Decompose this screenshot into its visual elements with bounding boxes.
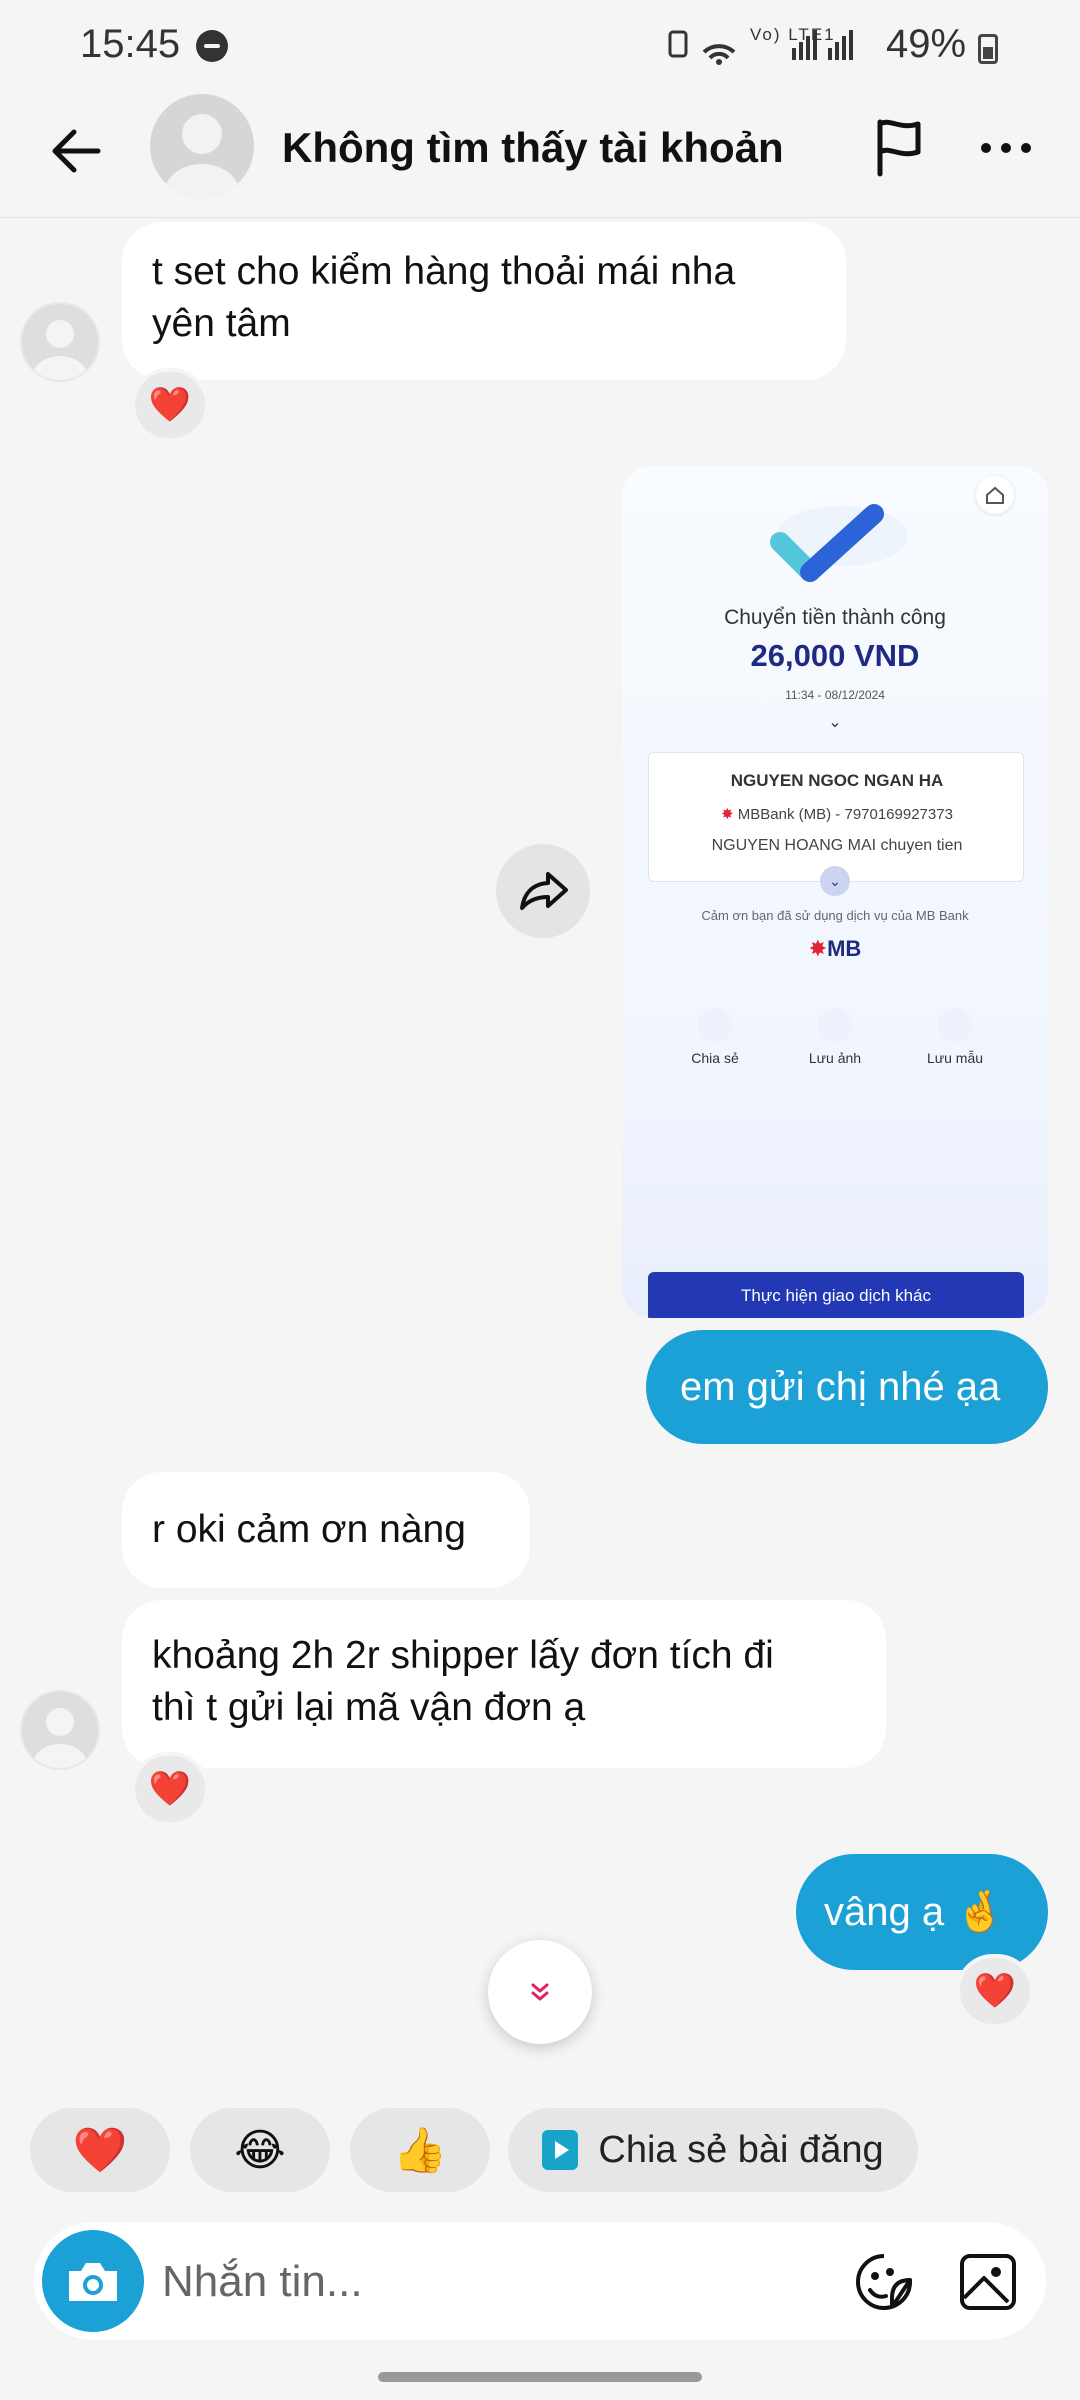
- scroll-to-bottom-button[interactable]: [488, 1940, 592, 2044]
- quick-reaction-heart[interactable]: ❤️: [30, 2108, 170, 2192]
- double-chevron-down-icon: [531, 1983, 549, 2001]
- sender-avatar[interactable]: [20, 302, 100, 382]
- new-transaction-button: Thực hiện giao dịch khác: [648, 1272, 1024, 1318]
- quick-reaction-laugh[interactable]: 😂: [190, 2108, 330, 2192]
- status-time: 15:45: [80, 22, 181, 66]
- message-bubble-incoming[interactable]: r oki cảm ơn nàng: [122, 1472, 530, 1588]
- receipt-amount: 26,000 VND: [750, 638, 920, 673]
- battery-icon: [978, 34, 998, 64]
- receipt-time: 11:34 - 08/12/2024: [785, 688, 885, 702]
- heart-reaction[interactable]: ❤️: [131, 368, 209, 442]
- success-check-icon: [770, 504, 908, 582]
- action-save-template-label: Lưu mẫu: [926, 1050, 984, 1066]
- recipient-name: NGUYEN NGOC NGAN HA: [730, 771, 944, 790]
- message-text: khoảng 2h 2r shipper lấy đơn tích đi: [152, 1634, 774, 1677]
- message-input[interactable]: [162, 2254, 842, 2310]
- mb-star-icon: ✸: [808, 936, 828, 961]
- message-text: vâng ạ 🤞: [824, 1890, 1006, 1934]
- template-icon: [938, 1008, 972, 1042]
- chat-header: Không tìm thấy tài khoản: [0, 90, 1080, 218]
- quick-reaction-thumbs-up[interactable]: 👍: [350, 2108, 490, 2192]
- expand-chevron-icon: ⌄: [820, 866, 850, 896]
- report-flag-icon[interactable]: [868, 114, 932, 178]
- heart-icon: ❤️: [72, 2126, 128, 2175]
- home-indicator[interactable]: [378, 2372, 702, 2382]
- heart-icon: ❤️: [973, 1972, 1017, 2010]
- action-save-image-label: Lưu ảnh: [808, 1050, 862, 1066]
- share-post-button[interactable]: Chia sẻ bài đăng: [508, 2108, 918, 2192]
- mb-logo-text: MB: [827, 936, 862, 961]
- message-text: yên tâm: [152, 302, 291, 345]
- sticker-icon[interactable]: [852, 2250, 916, 2314]
- heart-reaction[interactable]: ❤️: [131, 1752, 209, 1826]
- contact-avatar[interactable]: [150, 94, 254, 198]
- forward-button[interactable]: [496, 844, 590, 938]
- message-text: em gửi chị nhé ạa: [680, 1365, 1001, 1409]
- message-bubble-incoming[interactable]: khoảng 2h 2r shipper lấy đơn tích đi thì…: [122, 1600, 886, 1768]
- chevron-down-icon: ⌄: [828, 714, 842, 731]
- do-not-disturb-icon: [196, 30, 228, 62]
- home-icon: [976, 476, 1014, 514]
- mb-bank-logo: ✸MB: [622, 936, 1048, 962]
- mbbank-star-icon: ✸: [721, 806, 738, 823]
- heart-reaction[interactable]: ❤️: [956, 1954, 1034, 2028]
- laughing-emoji-icon: 😂: [234, 2125, 286, 2175]
- message-text: r oki cảm ơn nàng: [152, 1508, 466, 1551]
- camera-icon: [818, 1008, 852, 1042]
- action-share-label: Chia sẻ: [691, 1050, 739, 1066]
- share-post-icon: [542, 2130, 579, 2170]
- bank-account: MBBank (MB) - 7970169927373: [737, 806, 953, 823]
- gallery-icon[interactable]: [956, 2250, 1020, 2314]
- camera-icon: [69, 2263, 117, 2301]
- message-bubble-outgoing[interactable]: em gửi chị nhé ạa: [646, 1330, 1048, 1444]
- recipient-card: NGUYEN NGOC NGAN HA ✸ MBBank (MB) - 7970…: [648, 752, 1024, 882]
- heart-icon: ❤️: [148, 1770, 192, 1808]
- network-status: Vo) LTE1: [668, 22, 858, 73]
- message-text: t set cho kiểm hàng thoải mái nha: [152, 250, 736, 293]
- message-composer: [34, 2222, 1046, 2340]
- network-label: Vo) LTE1: [750, 25, 836, 44]
- more-options-icon[interactable]: [976, 116, 1040, 180]
- thanks-text: Cảm ơn bạn đã sử dụng dịch vụ của MB Ban…: [701, 908, 969, 923]
- message-bubble-outgoing[interactable]: vâng ạ 🤞: [796, 1854, 1048, 1970]
- recipient-bank: ✸ MBBank (MB) - 7970169927373: [649, 805, 1025, 823]
- sender-avatar[interactable]: [20, 1690, 100, 1770]
- message-bubble-incoming[interactable]: t set cho kiểm hàng thoải mái nha yên tâ…: [122, 222, 846, 380]
- payment-receipt-image[interactable]: Chuyển tiền thành công 26,000 VND 11:34 …: [622, 466, 1048, 1318]
- transfer-note: NGUYEN HOANG MAI chuyen tien: [711, 837, 963, 854]
- forward-arrow-icon: [520, 872, 568, 910]
- thumbs-up-icon: 👍: [392, 2126, 448, 2175]
- back-arrow-icon[interactable]: [42, 116, 112, 186]
- camera-button[interactable]: [42, 2230, 144, 2332]
- receipt-title: Chuyển tiền thành công: [724, 606, 946, 629]
- heart-icon: ❤️: [148, 386, 192, 424]
- contact-name[interactable]: Không tìm thấy tài khoản: [282, 124, 784, 172]
- battery-percent: 49%: [886, 22, 967, 66]
- share-post-label: Chia sẻ bài đăng: [598, 2128, 884, 2171]
- message-text: thì t gửi lại mã vận đơn ạ: [152, 1686, 586, 1729]
- share-nodes-icon: [698, 1008, 732, 1042]
